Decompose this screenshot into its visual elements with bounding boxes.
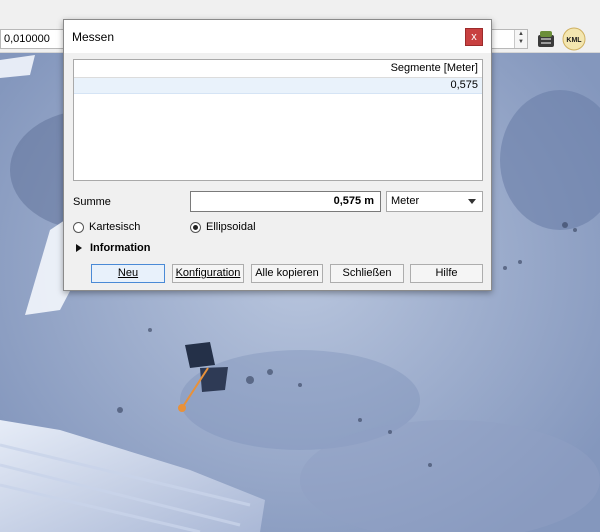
layer-stack-icon[interactable] [534,27,558,51]
kml-label: KML [566,37,582,44]
close-dialog-button-label: Schließen [342,267,392,279]
information-toggle[interactable]: Information [76,242,151,254]
chevron-down-icon [468,199,476,204]
unit-value: Meter [391,195,420,207]
ellipsoidal-label: Ellipsoidal [206,221,256,233]
information-label: Information [90,242,151,254]
segments-header[interactable]: Segmente [Meter] [74,60,482,78]
close-button[interactable]: x [465,28,483,46]
configuration-button-label: Konfiguration [175,267,241,279]
unit-select[interactable]: Meter [386,191,483,212]
copy-all-button-label: Alle kopieren [255,267,319,279]
measure-dialog: Messen x Segmente [Meter] 0,575 Summe 0,… [63,19,492,291]
dialog-title: Messen [72,30,115,44]
spin-arrows[interactable]: ▲ ▼ [514,30,527,48]
cartesian-radio[interactable]: Kartesisch [73,221,140,233]
expand-arrow-icon [76,244,82,252]
ellipsoidal-radio[interactable]: Ellipsoidal [190,221,256,233]
close-dialog-button[interactable]: Schließen [330,264,404,283]
new-button-label: Neu [117,267,139,279]
sum-field: 0,575 m [190,191,381,212]
measure-vertex [178,404,186,412]
scale-value: 0,010000 [4,33,50,45]
kml-icon[interactable]: KML [562,27,586,51]
help-button-label: Hilfe [435,267,458,279]
radio-circle[interactable] [73,221,84,233]
copy-all-button[interactable]: Alle kopieren [251,264,323,283]
close-icon: x [471,31,477,43]
configuration-button[interactable]: Konfiguration [172,264,244,283]
sum-label: Summe [73,196,111,208]
segments-table[interactable]: Segmente [Meter] 0,575 [73,59,483,181]
scale-input[interactable]: 0,010000 [0,29,66,49]
table-row[interactable]: 0,575 [74,78,482,94]
radio-circle-checked[interactable] [190,221,201,233]
help-button[interactable]: Hilfe [410,264,483,283]
new-button[interactable]: Neu [91,264,165,283]
cartesian-label: Kartesisch [89,221,141,233]
dialog-titlebar[interactable]: Messen x [64,20,491,53]
